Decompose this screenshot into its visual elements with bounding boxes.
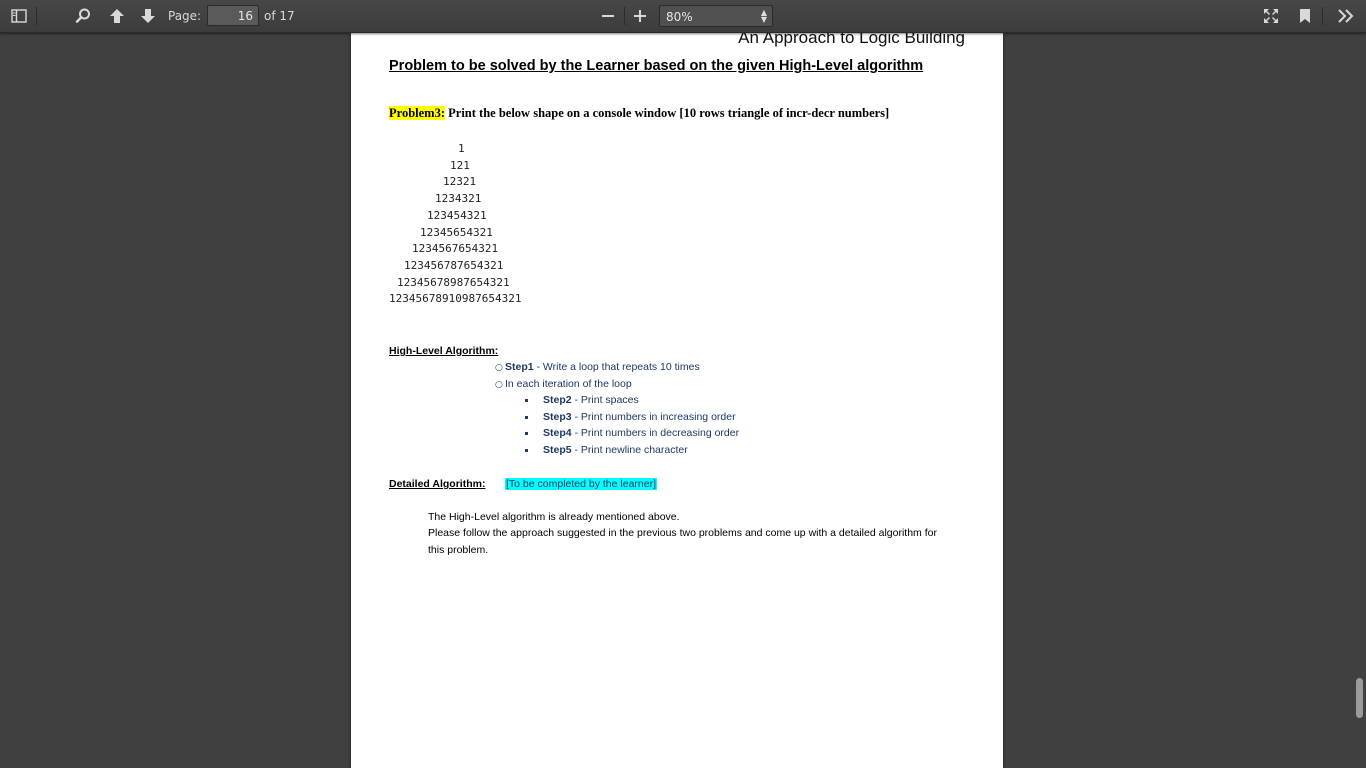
- square-bullet-icon: [525, 449, 528, 452]
- step-text: - Print newline character: [571, 444, 688, 456]
- step4-item: Step4 - Print numbers in decreasing orde…: [543, 427, 739, 439]
- bookmark-icon[interactable]: [1292, 4, 1318, 28]
- step-text: - Print spaces: [571, 394, 639, 406]
- problem-statement: Problem3: Print the below shape on a con…: [389, 106, 889, 121]
- triangle-row: 123456787654321: [404, 258, 504, 272]
- step-label: Step4: [543, 427, 572, 439]
- square-bullet-icon: [525, 399, 528, 402]
- step-text: - Print numbers in increasing order: [571, 411, 736, 423]
- page-label: Page:: [168, 9, 202, 23]
- circle-bullet-icon: ○: [495, 363, 503, 373]
- body-line-3: this problem.: [428, 544, 489, 556]
- zoom-value: 80%: [666, 10, 693, 24]
- loop-item: In each iteration of the loop: [505, 378, 632, 390]
- toolbar-separator: [1322, 7, 1323, 25]
- circle-bullet-icon: ○: [495, 380, 503, 390]
- detailed-algorithm-note: [To be completed by the learner]: [505, 478, 658, 490]
- triangle-row: 1234321: [435, 192, 482, 206]
- step-text: - Print numbers in decreasing order: [571, 427, 740, 439]
- detailed-algorithm-heading: Detailed Algorithm:: [389, 478, 486, 490]
- body-line-2: Please follow the approach suggested in …: [428, 527, 937, 539]
- toolbar-separator: [36, 7, 37, 25]
- step-label: Step2: [543, 394, 572, 406]
- toolbar-separator: [624, 7, 625, 25]
- select-arrows-icon: ▲ ▼: [760, 8, 767, 24]
- triangle-row: 12345654321: [420, 225, 493, 239]
- triangle-row: 1234567654321: [412, 242, 499, 256]
- zoom-in-button[interactable]: [627, 4, 653, 28]
- step1-item: Step1 - Write a loop that repeats 10 tim…: [505, 361, 700, 373]
- page-number-input[interactable]: [207, 5, 259, 26]
- triangle-row: 1: [458, 142, 465, 155]
- triangle-row: 12321: [443, 175, 477, 189]
- zoom-out-button[interactable]: [595, 4, 621, 28]
- sidebar-toggle-icon[interactable]: [6, 4, 32, 28]
- step5-item: Step5 - Print newline character: [543, 444, 688, 456]
- page-total: of 17: [264, 9, 295, 23]
- triangle-row: 121: [450, 158, 470, 172]
- square-bullet-icon: [525, 416, 528, 419]
- triangle-row: 123454321: [427, 208, 487, 222]
- arrow-up-icon: [110, 9, 124, 23]
- next-page-button[interactable]: [135, 4, 161, 28]
- high-level-heading: High-Level Algorithm:: [389, 345, 499, 357]
- minus-icon: [602, 15, 614, 17]
- zoom-select[interactable]: 80% ▲ ▼: [659, 5, 773, 27]
- previous-page-button[interactable]: [104, 4, 130, 28]
- arrow-down-icon: [141, 9, 155, 23]
- triangle-row: 12345678987654321: [397, 275, 510, 289]
- body-line-1: The High-Level algorithm is already ment…: [428, 511, 680, 523]
- step2-item: Step2 - Print spaces: [543, 394, 639, 406]
- pdf-page: An Approach to Logic Building Problem to…: [351, 28, 1003, 768]
- triangle-row: 12345678910987654321: [389, 292, 522, 306]
- step-label: Step5: [543, 444, 572, 456]
- square-bullet-icon: [525, 432, 528, 435]
- step-text: - Write a loop that repeats 10 times: [533, 361, 700, 373]
- step3-item: Step3 - Print numbers in increasing orde…: [543, 411, 736, 423]
- step-label: Step1: [505, 361, 534, 373]
- search-icon[interactable]: [70, 4, 96, 28]
- fullscreen-icon[interactable]: [1258, 4, 1284, 28]
- problem-text: Print the below shape on a console windo…: [445, 106, 890, 120]
- step-label: Step3: [543, 411, 572, 423]
- chevron-double-right-icon[interactable]: [1333, 4, 1359, 28]
- problem-tag: Problem3:: [389, 106, 446, 120]
- plus-icon: [634, 10, 646, 22]
- section-heading: Problem to be solved by the Learner base…: [389, 58, 924, 74]
- pdf-toolbar: Page: of 17 80% ▲▼: [0, 0, 1366, 33]
- scrollbar-thumb[interactable]: [1356, 678, 1363, 718]
